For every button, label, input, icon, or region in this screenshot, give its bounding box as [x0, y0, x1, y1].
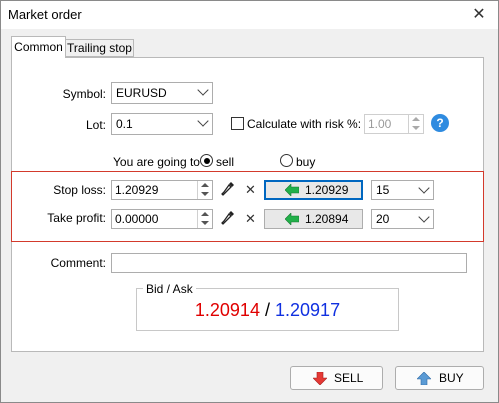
risk-checkbox[interactable]	[231, 117, 244, 130]
take-profit-input[interactable]: 0.00000	[111, 209, 213, 229]
eyedropper-icon[interactable]	[221, 210, 235, 226]
green-left-arrow-icon	[285, 213, 299, 225]
buy-radio-label: buy	[296, 155, 316, 169]
stop-loss-price: 1.20929	[305, 183, 349, 197]
red-down-arrow-icon	[313, 372, 327, 385]
spin-up-icon	[201, 212, 209, 216]
stop-loss-label: Stop loss:	[53, 183, 106, 197]
stop-loss-spinner[interactable]	[197, 181, 212, 199]
help-icon[interactable]: ?	[431, 114, 449, 132]
spin-up-icon	[201, 183, 209, 187]
tab-trailing-stop[interactable]: Trailing stop	[65, 39, 134, 57]
symbol-value: EURUSD	[116, 86, 167, 100]
chevron-down-icon	[418, 211, 430, 223]
quote-display: 1.20914 / 1.20917	[136, 300, 399, 321]
take-profit-spinner[interactable]	[197, 210, 212, 228]
symbol-select[interactable]: EURUSD	[111, 82, 213, 104]
chevron-down-icon	[197, 84, 209, 96]
clear-stop-loss-icon[interactable]: ✕	[245, 183, 256, 196]
lot-select[interactable]: 0.1	[111, 113, 213, 135]
buy-radio[interactable]	[280, 154, 293, 167]
risk-label: Calculate with risk %:	[247, 117, 362, 131]
comment-label: Comment:	[50, 256, 106, 270]
green-left-arrow-icon	[285, 184, 299, 196]
spin-down-icon	[201, 192, 209, 196]
stop-loss-value: 1.20929	[115, 183, 159, 197]
take-profit-price: 1.20894	[305, 212, 349, 226]
stop-loss-points-select[interactable]: 15	[371, 180, 434, 200]
ask-price: 1.20917	[275, 300, 341, 320]
stop-loss-input[interactable]: 1.20929	[111, 180, 213, 200]
sell-button[interactable]: SELL	[290, 366, 383, 390]
comment-input[interactable]	[111, 253, 467, 273]
risk-percent-input[interactable]: 1.00	[364, 114, 424, 134]
take-profit-value: 0.00000	[115, 212, 159, 226]
risk-spinner[interactable]	[408, 115, 423, 133]
lot-value: 0.1	[116, 117, 133, 131]
spin-up-icon	[412, 117, 420, 121]
direction-label: You are going to	[113, 155, 200, 169]
buy-button[interactable]: BUY	[395, 366, 484, 390]
buy-button-label: BUY	[439, 371, 464, 385]
chevron-down-icon	[418, 182, 430, 194]
stop-loss-points: 15	[376, 183, 390, 197]
chevron-down-icon	[197, 115, 209, 127]
spin-down-icon	[412, 126, 420, 130]
lot-label: Lot:	[85, 118, 106, 132]
quote-separator: /	[264, 300, 270, 320]
spin-down-icon	[201, 221, 209, 225]
bid-price: 1.20914	[194, 300, 260, 320]
blue-up-arrow-icon	[417, 372, 431, 385]
sell-button-label: SELL	[334, 371, 364, 385]
tab-common[interactable]: Common	[11, 36, 66, 58]
bid-ask-label: Bid / Ask	[143, 282, 196, 296]
stop-loss-price-button[interactable]: 1.20929	[264, 180, 363, 200]
window-title: Market order	[8, 7, 82, 22]
close-icon[interactable]: ✕	[469, 5, 489, 25]
eyedropper-icon[interactable]	[221, 181, 235, 197]
take-profit-price-button[interactable]: 1.20894	[264, 209, 363, 229]
symbol-label: Symbol:	[62, 87, 106, 101]
sell-radio[interactable]	[200, 154, 213, 167]
clear-take-profit-icon[interactable]: ✕	[245, 212, 256, 225]
take-profit-points-select[interactable]: 20	[371, 209, 434, 229]
risk-percent-value: 1.00	[368, 117, 392, 131]
take-profit-label: Take profit:	[47, 211, 106, 225]
sell-radio-label: sell	[216, 155, 235, 169]
take-profit-points: 20	[376, 212, 390, 226]
